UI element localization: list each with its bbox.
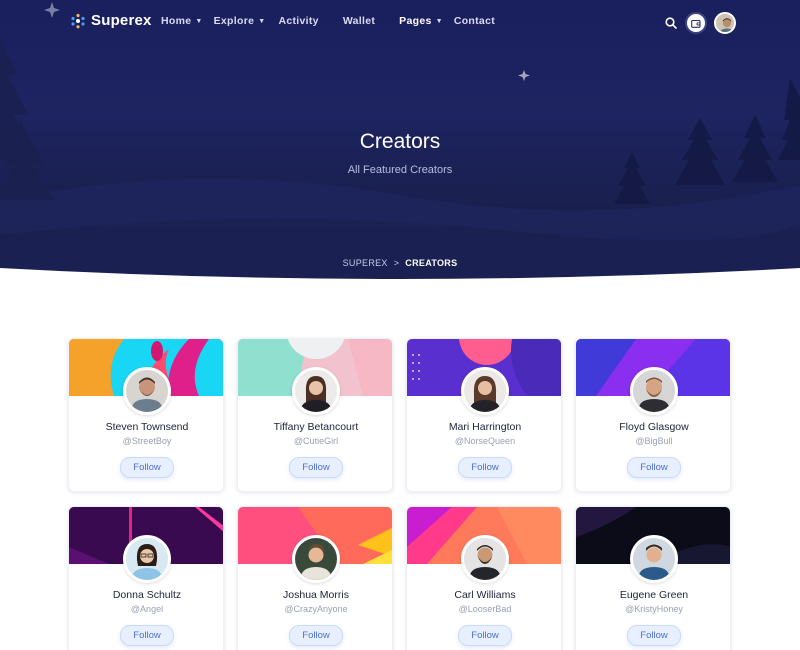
creator-avatar xyxy=(630,367,678,415)
creator-avatar xyxy=(292,535,340,583)
follow-button[interactable]: Follow xyxy=(458,625,512,646)
follow-button[interactable]: Follow xyxy=(627,457,681,478)
nav-item-wallet[interactable]: Wallet xyxy=(343,15,375,27)
avatar-icon xyxy=(716,14,734,32)
creator-avatar xyxy=(123,535,171,583)
creator-handle: @Angel xyxy=(130,604,164,614)
follow-button[interactable]: Follow xyxy=(627,625,681,646)
follow-button[interactable]: Follow xyxy=(120,625,174,646)
creator-avatar xyxy=(461,535,509,583)
creator-handle: @CutieGirl xyxy=(293,436,339,446)
nav-item-contact[interactable]: Contact xyxy=(454,15,495,27)
creator-card[interactable]: Joshua Morris @CrazyAnyone Follow xyxy=(237,506,393,650)
nav-actions xyxy=(664,12,736,34)
creator-name: Joshua Morris xyxy=(283,589,349,601)
nav-item-home[interactable]: Home ▼ xyxy=(161,15,203,27)
wallet-icon xyxy=(691,19,701,28)
page-subtitle: All Featured Creators xyxy=(347,164,453,176)
brand-name: Superex xyxy=(91,12,152,29)
chevron-down-icon: ▼ xyxy=(435,17,443,25)
creator-name: Eugene Green xyxy=(619,589,689,601)
creator-card[interactable]: Eugene Green @KristyHoney Follow xyxy=(575,506,731,650)
creator-name: Floyd Glasgow xyxy=(619,421,689,433)
main-menu: Home ▼ Explore ▼ Activity Wallet Pages ▼… xyxy=(161,15,495,27)
nav-label-activity: Activity xyxy=(278,15,319,27)
creator-avatar xyxy=(461,367,509,415)
creator-card[interactable]: Floyd Glasgow @BigBull Follow xyxy=(575,338,731,492)
page-title: Creators xyxy=(359,130,441,153)
creator-card[interactable]: Mari Harrington @NorseQueen Follow xyxy=(406,338,562,492)
creator-card[interactable]: Tiffany Betancourt @CutieGirl Follow xyxy=(237,338,393,492)
user-avatar[interactable] xyxy=(714,12,736,34)
nav-label-home: Home xyxy=(161,15,192,27)
nav-item-pages[interactable]: Pages ▼ xyxy=(399,15,443,27)
nav-label-contact: Contact xyxy=(453,15,496,27)
creator-card[interactable]: Steven Townsend @StreetBoy Follow xyxy=(68,338,224,492)
nav-item-activity[interactable]: Activity xyxy=(278,15,318,27)
creator-name: Donna Schultz xyxy=(112,589,182,601)
creator-handle: @KristyHoney xyxy=(625,604,683,614)
creator-name: Tiffany Betancourt xyxy=(273,421,359,433)
creator-name: Mari Harrington xyxy=(448,421,522,433)
creator-handle: @LooserBad xyxy=(458,604,512,614)
search-button[interactable] xyxy=(664,13,678,33)
top-navbar: Superex Home ▼ Explore ▼ Activity Wallet… xyxy=(0,0,800,44)
creator-avatar xyxy=(123,367,171,415)
hero-divider xyxy=(0,268,800,290)
creator-avatar xyxy=(292,367,340,415)
creator-avatar xyxy=(630,535,678,583)
creator-name: Steven Townsend xyxy=(105,421,189,433)
creator-name: Carl Williams xyxy=(454,589,516,601)
creator-handle: @BigBull xyxy=(635,436,673,446)
chevron-down-icon: ▼ xyxy=(195,17,203,25)
search-icon xyxy=(665,17,677,29)
nav-label-wallet: Wallet xyxy=(342,15,376,27)
follow-button[interactable]: Follow xyxy=(458,457,512,478)
nav-label-explore: Explore xyxy=(213,15,255,27)
nav-item-explore[interactable]: Explore ▼ xyxy=(214,15,266,27)
follow-button[interactable]: Follow xyxy=(120,457,174,478)
creator-card[interactable]: Donna Schultz @Angel Follow xyxy=(68,506,224,650)
creator-handle: @NorseQueen xyxy=(454,436,516,446)
creator-handle: @CrazyAnyone xyxy=(284,604,348,614)
follow-button[interactable]: Follow xyxy=(289,625,343,646)
wallet-button[interactable] xyxy=(685,12,707,34)
hero-banner: Superex Home ▼ Explore ▼ Activity Wallet… xyxy=(0,0,800,282)
creator-handle: @StreetBoy xyxy=(122,436,172,446)
logo-icon xyxy=(71,13,85,28)
follow-button[interactable]: Follow xyxy=(289,457,343,478)
brand-logo[interactable]: Superex xyxy=(70,12,152,29)
nav-label-pages: Pages xyxy=(399,15,432,27)
creator-card[interactable]: Carl Williams @LooserBad Follow xyxy=(406,506,562,650)
creators-grid: Steven Townsend @StreetBoy Follow Tiffan… xyxy=(68,338,732,650)
chevron-down-icon: ▼ xyxy=(258,17,266,25)
